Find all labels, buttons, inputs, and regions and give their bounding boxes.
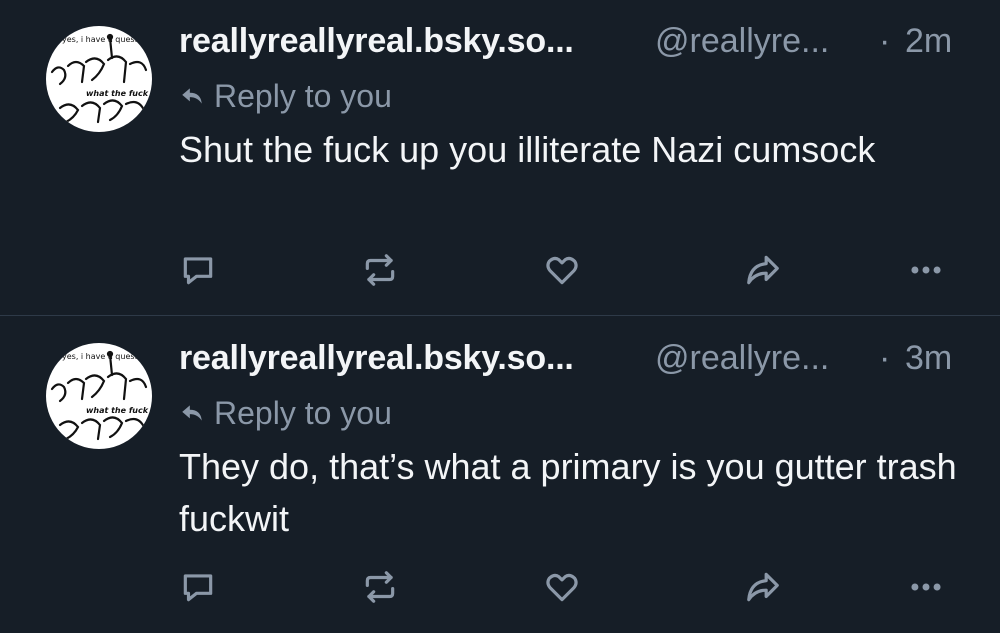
separator-dot: · bbox=[879, 339, 891, 377]
post-header: reallyreallyreal.bsky.so... @reallyre...… bbox=[179, 20, 969, 64]
author-handle[interactable]: @reallyre... bbox=[655, 22, 829, 61]
repost-button[interactable] bbox=[358, 565, 402, 609]
ellipsis-icon bbox=[911, 266, 941, 274]
like-button[interactable] bbox=[540, 248, 584, 292]
share-button[interactable] bbox=[741, 565, 785, 609]
post-actions bbox=[0, 565, 1000, 609]
share-arrow-icon bbox=[747, 255, 779, 285]
share-button[interactable] bbox=[741, 248, 785, 292]
reply-indicator: Reply to you bbox=[179, 393, 392, 433]
heart-icon bbox=[546, 256, 578, 285]
post-text: They do, that’s what a primary is you gu… bbox=[179, 446, 957, 539]
share-arrow-icon bbox=[747, 572, 779, 602]
avatar-caption-mid: what the fuck bbox=[86, 89, 149, 98]
avatar-caption-top: yes, i have a question bbox=[62, 35, 150, 44]
reply-button[interactable] bbox=[176, 248, 220, 292]
reply-arrow-icon bbox=[182, 88, 202, 104]
reply-indicator: Reply to you bbox=[179, 76, 392, 116]
repost-icon bbox=[365, 254, 395, 286]
post-text: Shut the fuck up you illiterate Nazi cum… bbox=[179, 129, 876, 170]
more-options-button[interactable] bbox=[904, 248, 948, 292]
post[interactable]: yes, i have a question what the fuck rea… bbox=[0, 0, 1000, 316]
more-options-button[interactable] bbox=[904, 565, 948, 609]
post-timestamp[interactable]: 3m bbox=[905, 339, 952, 378]
like-button[interactable] bbox=[540, 565, 584, 609]
avatar-caption-mid: what the fuck bbox=[86, 406, 149, 415]
repost-icon bbox=[365, 571, 395, 603]
heart-icon bbox=[546, 573, 578, 602]
avatar[interactable]: yes, i have a question what the fuck bbox=[46, 26, 152, 132]
post-timestamp[interactable]: 2m bbox=[905, 22, 952, 61]
reply-indicator-label: Reply to you bbox=[214, 394, 392, 431]
separator-dot: · bbox=[879, 22, 891, 60]
author-display-name[interactable]: reallyreallyreal.bsky.so... bbox=[179, 22, 574, 61]
author-display-name[interactable]: reallyreallyreal.bsky.so... bbox=[179, 339, 574, 378]
ellipsis-icon bbox=[911, 583, 941, 591]
post-actions bbox=[0, 248, 1000, 292]
reply-button[interactable] bbox=[176, 565, 220, 609]
speech-bubble-icon bbox=[183, 574, 213, 602]
post-header: reallyreallyreal.bsky.so... @reallyre...… bbox=[179, 337, 969, 381]
author-handle[interactable]: @reallyre... bbox=[655, 339, 829, 378]
avatar[interactable]: yes, i have a question what the fuck bbox=[46, 343, 152, 449]
post[interactable]: yes, i have a question what the fuck rea… bbox=[0, 317, 1000, 633]
reply-indicator-label: Reply to you bbox=[214, 77, 392, 114]
repost-button[interactable] bbox=[358, 248, 402, 292]
reply-arrow-icon bbox=[182, 405, 202, 421]
avatar-caption-top: yes, i have a question bbox=[62, 352, 150, 361]
speech-bubble-icon bbox=[183, 257, 213, 285]
